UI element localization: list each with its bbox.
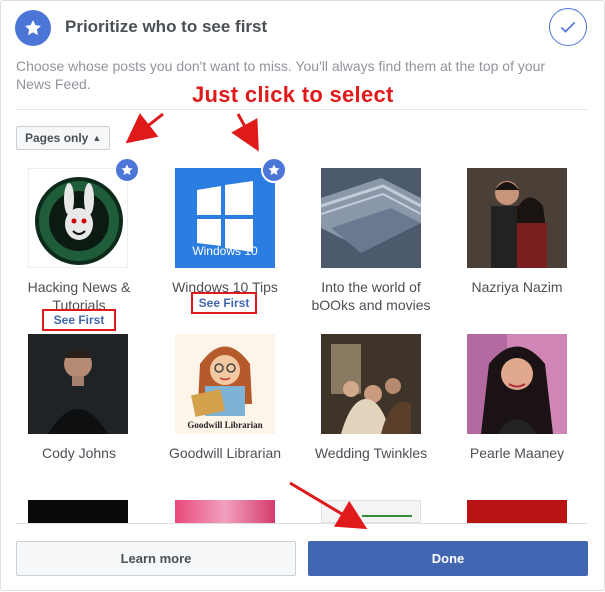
page-name[interactable]: Into the world of bOOks and movies bbox=[301, 278, 441, 314]
done-button[interactable]: Done bbox=[308, 541, 588, 576]
star-icon bbox=[15, 10, 51, 46]
page-thumbnail[interactable] bbox=[321, 500, 421, 523]
checkmark-icon bbox=[560, 21, 576, 33]
page-thumbnail[interactable] bbox=[321, 168, 421, 268]
see-first-dialog: Prioritize who to see first Choose whose… bbox=[0, 0, 605, 591]
page-thumbnail[interactable] bbox=[467, 500, 567, 523]
arrow-to-filter bbox=[125, 112, 164, 144]
woman-portrait bbox=[467, 334, 567, 434]
couple-photo bbox=[467, 168, 567, 268]
filter-label: Pages only bbox=[25, 131, 89, 145]
confirm-button[interactable] bbox=[549, 8, 587, 46]
logo-text: Goodwill Librarian bbox=[187, 420, 263, 430]
page-thumbnail[interactable]: Windows 10 bbox=[175, 168, 275, 268]
star-icon bbox=[261, 157, 287, 183]
annotation-text: Just click to select bbox=[192, 82, 394, 107]
see-first-badge[interactable]: See First bbox=[191, 292, 257, 314]
white-rabbit-logo bbox=[29, 169, 127, 267]
learn-more-button[interactable]: Learn more bbox=[16, 541, 296, 576]
arrow-to-star bbox=[231, 113, 259, 152]
librarian-cartoon bbox=[175, 334, 275, 434]
page-thumbnail[interactable] bbox=[467, 334, 567, 434]
page-thumbnail[interactable] bbox=[28, 500, 128, 523]
thumbnail-fill bbox=[175, 500, 275, 523]
page-name[interactable]: Nazriya Nazim bbox=[447, 278, 587, 296]
page-name[interactable]: Wedding Twinkles bbox=[301, 444, 441, 462]
page-name[interactable]: Pearle Maaney bbox=[447, 444, 587, 462]
books-photo bbox=[321, 168, 421, 268]
divider bbox=[16, 109, 587, 110]
page-thumbnail[interactable] bbox=[321, 334, 421, 434]
see-first-badge[interactable]: See First bbox=[42, 309, 116, 331]
dialog-title: Prioritize who to see first bbox=[65, 17, 268, 36]
footer-divider bbox=[16, 523, 587, 524]
logo-text: Windows 10 bbox=[192, 244, 258, 258]
page-thumbnail[interactable] bbox=[175, 500, 275, 523]
page-thumbnail[interactable] bbox=[28, 168, 128, 268]
wedding-photo bbox=[321, 334, 421, 434]
sort-arrows-icon: ▲ bbox=[92, 133, 102, 143]
star-icon bbox=[114, 157, 140, 183]
thumbnail-line bbox=[362, 515, 412, 517]
pages-filter-dropdown[interactable]: Pages only ▲ bbox=[16, 126, 111, 150]
page-thumbnail[interactable]: Goodwill Librarian bbox=[175, 334, 275, 434]
page-thumbnail[interactable] bbox=[28, 334, 128, 434]
page-name[interactable]: Cody Johns bbox=[9, 444, 149, 462]
page-thumbnail[interactable] bbox=[467, 168, 567, 268]
page-name[interactable]: Goodwill Librarian bbox=[155, 444, 295, 462]
man-portrait bbox=[28, 334, 128, 434]
